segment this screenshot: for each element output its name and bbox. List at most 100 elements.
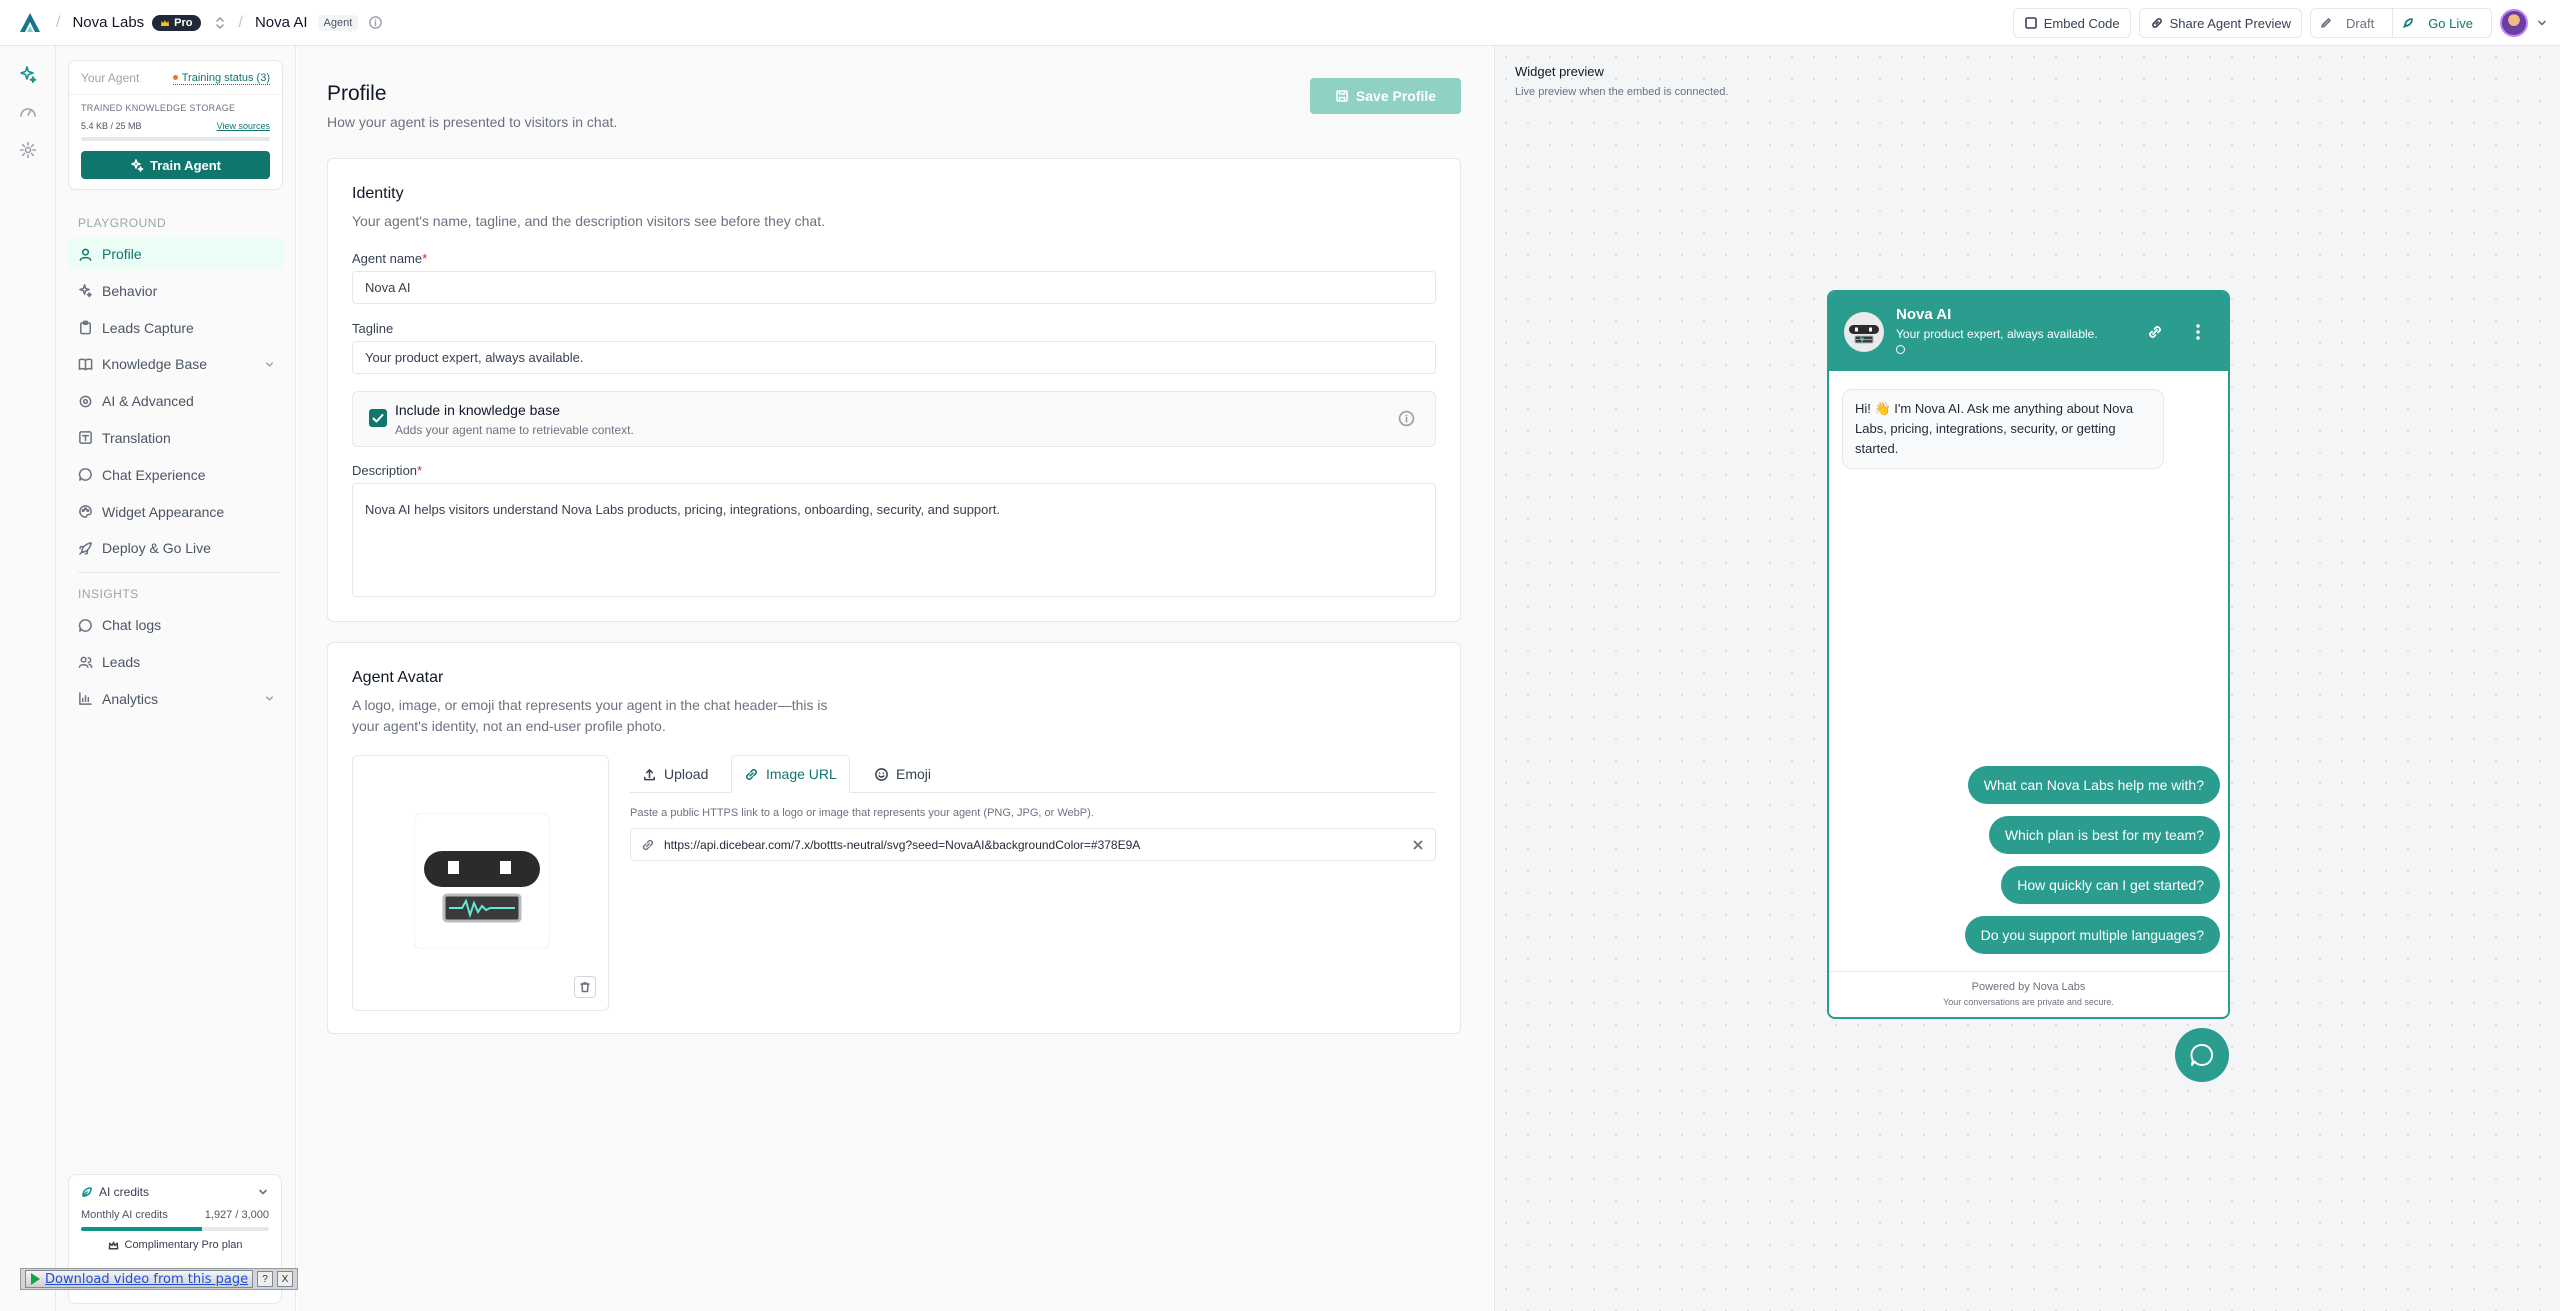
code-icon xyxy=(2024,17,2037,29)
upload-icon xyxy=(644,768,655,780)
sidebar-item-widget-appearance[interactable]: Widget Appearance xyxy=(68,496,283,528)
sidebar-item-translation[interactable]: Translation xyxy=(68,422,283,454)
plan-badge: Pro xyxy=(152,14,201,31)
chevron-down-icon[interactable] xyxy=(264,359,275,370)
include-kb-label: Include in knowledge base xyxy=(395,402,561,418)
training-status-link[interactable]: Training status (3) xyxy=(172,72,270,85)
crown-icon xyxy=(161,19,170,26)
description-textarea[interactable]: Nova AI helps visitors understand Nova L… xyxy=(352,483,1436,597)
page-subtitle: How your agent is presented to visitors … xyxy=(327,114,618,130)
save-profile-button[interactable]: Save Profile xyxy=(1310,78,1461,114)
preview-title: Widget preview xyxy=(1515,64,1604,79)
sidebar-item-leads-capture[interactable]: Leads Capture xyxy=(68,312,283,344)
tab-upload[interactable]: Upload xyxy=(630,755,720,793)
user-icon xyxy=(79,248,92,261)
chat-launcher-button[interactable] xyxy=(2175,1028,2229,1082)
tagline-label: Tagline xyxy=(352,321,394,336)
agent-avatar-card: Agent Avatar A logo, image, or emoji tha… xyxy=(327,642,1461,1034)
insights-nav: Chat logs Leads Analytics xyxy=(68,609,283,715)
save-icon xyxy=(1336,90,1348,102)
bar-chart-icon xyxy=(79,692,92,706)
close-button[interactable]: X xyxy=(277,1271,293,1287)
view-sources-link[interactable]: View sources xyxy=(217,121,270,131)
users-icon xyxy=(78,656,93,668)
agent-card-label: Your Agent xyxy=(81,71,140,85)
sidebar-item-deploy[interactable]: Deploy & Go Live xyxy=(68,532,283,564)
user-avatar[interactable] xyxy=(2500,9,2528,37)
sidebar-item-profile[interactable]: Profile xyxy=(68,238,283,270)
include-kb-help: Adds your agent name to retrievable cont… xyxy=(395,423,634,437)
go-live-button[interactable]: Go Live xyxy=(2393,9,2491,37)
chevron-down-icon[interactable] xyxy=(264,693,275,704)
chat-icon xyxy=(78,619,92,632)
robot-avatar-icon xyxy=(414,813,550,949)
gear-icon[interactable] xyxy=(18,140,38,160)
download-video-button[interactable]: Download video from this page xyxy=(25,1270,253,1288)
sidebar-item-behavior[interactable]: Behavior xyxy=(68,275,283,307)
powered-by: Powered by Nova Labs xyxy=(1971,981,2086,993)
info-icon[interactable] xyxy=(368,15,383,30)
tab-emoji[interactable]: Emoji xyxy=(862,755,943,793)
avatar-source-tabs: Upload Image URL Emoji xyxy=(630,755,1436,793)
monthly-credits-label: Monthly AI credits xyxy=(81,1209,168,1221)
embed-code-button[interactable]: Embed Code xyxy=(2012,8,2131,38)
storage-label: TRAINED KNOWLEDGE STORAGE xyxy=(81,103,236,113)
include-kb-checkbox[interactable] xyxy=(369,409,387,427)
avatar-preview xyxy=(352,755,609,1011)
chevron-down-icon[interactable] xyxy=(257,1186,269,1198)
preview-subtitle: Live preview when the embed is connected… xyxy=(1515,86,1729,98)
widget-avatar xyxy=(1844,312,1884,352)
more-options-icon[interactable] xyxy=(2189,322,2207,342)
help-button[interactable]: ? xyxy=(257,1271,273,1287)
org-name[interactable]: Nova Labs xyxy=(72,14,144,31)
train-agent-button[interactable]: Train Agent xyxy=(81,151,270,179)
chevron-down-icon[interactable] xyxy=(2536,17,2548,29)
suggestion-chip[interactable]: How quickly can I get started? xyxy=(2001,866,2220,904)
delete-avatar-button[interactable] xyxy=(574,976,596,998)
chat-widget: Nova AI Your product expert, always avai… xyxy=(1827,290,2230,1019)
tagline-input[interactable]: Your product expert, always available. xyxy=(352,341,1436,374)
sidebar-item-leads[interactable]: Leads xyxy=(68,646,283,678)
link-icon[interactable] xyxy=(2145,322,2165,342)
agent-name[interactable]: Nova AI xyxy=(255,14,308,31)
identity-card: Identity Your agent's name, tagline, and… xyxy=(327,158,1461,622)
info-icon[interactable] xyxy=(1398,410,1415,427)
credits-progress-bar xyxy=(81,1227,269,1231)
tab-image-url[interactable]: Image URL xyxy=(731,755,850,793)
agent-name-input[interactable]: Nova AI xyxy=(352,271,1436,304)
credits-plan: Complimentary Pro plan xyxy=(81,1239,269,1251)
sidebar-item-analytics[interactable]: Analytics xyxy=(68,683,283,715)
robot-avatar-icon xyxy=(1849,325,1879,344)
widget-tagline: Your product expert, always available. xyxy=(1896,327,2098,341)
link-icon xyxy=(746,768,757,780)
sidebar: Your Agent Training status (3) TRAINED K… xyxy=(56,46,296,1311)
sidebar-item-ai-advanced[interactable]: AI & Advanced xyxy=(68,385,283,417)
smile-icon xyxy=(875,767,888,781)
image-url-input[interactable]: https://api.dicebear.com/7.x/bottts-neut… xyxy=(630,828,1436,861)
gauge-icon[interactable] xyxy=(18,102,38,122)
clear-icon[interactable] xyxy=(1411,838,1425,852)
description-label: Description* xyxy=(352,463,423,478)
draft-button[interactable]: Draft xyxy=(2311,9,2394,37)
suggestion-chip[interactable]: Which plan is best for my team? xyxy=(1988,816,2220,854)
suggestion-chip[interactable]: What can Nova Labs help me with? xyxy=(1967,766,2220,804)
sparkles-icon[interactable] xyxy=(18,64,38,84)
org-switcher-icon[interactable] xyxy=(213,16,227,30)
image-url-value: https://api.dicebear.com/7.x/bottts-neut… xyxy=(664,837,1141,852)
app-logo-icon[interactable] xyxy=(16,9,44,37)
playground-nav: Profile Behavior Leads Capture Knowledge… xyxy=(68,238,283,564)
sidebar-item-chat-experience[interactable]: Chat Experience xyxy=(68,459,283,491)
sparkles-icon xyxy=(131,159,144,172)
widget-agent-name: Nova AI xyxy=(1896,306,1952,323)
gear-icon xyxy=(79,395,92,408)
storage-progress-bar xyxy=(81,137,270,141)
suggestion-chip[interactable]: Do you support multiple languages? xyxy=(1964,916,2220,954)
leaf-icon xyxy=(82,1187,92,1197)
agent-status-card: Your Agent Training status (3) TRAINED K… xyxy=(68,60,283,190)
sidebar-item-chat-logs[interactable]: Chat logs xyxy=(68,609,283,641)
publish-status-toggle: Draft Go Live xyxy=(2310,8,2492,38)
sparkles-icon xyxy=(79,284,92,298)
sidebar-item-knowledge-base[interactable]: Knowledge Base xyxy=(68,348,283,380)
share-preview-button[interactable]: Share Agent Preview xyxy=(2138,8,2303,38)
chat-icon xyxy=(78,468,92,482)
